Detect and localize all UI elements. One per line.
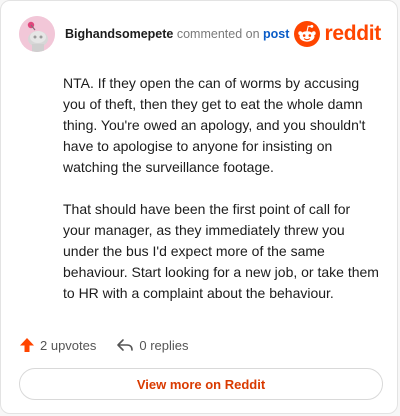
- snoo-avatar-icon: [19, 16, 55, 52]
- comment-body: NTA. If they open the can of worms by ac…: [63, 73, 381, 325]
- user-avatar[interactable]: [19, 16, 55, 52]
- reddit-snoo-icon: [294, 21, 321, 47]
- reply-count: 0 replies: [139, 337, 189, 353]
- upvote-arrow-icon: [20, 338, 34, 352]
- comment-footer: 2 upvotes 0 replies: [19, 335, 189, 355]
- comment-card: Bighandsomepete commented on post reddit…: [0, 0, 398, 414]
- upvote-count: 2 upvotes: [40, 337, 97, 353]
- author-name[interactable]: Bighandsomepete: [65, 27, 173, 41]
- view-more-button[interactable]: View more on Reddit: [19, 368, 383, 400]
- comment-header: Bighandsomepete commented on post reddit: [19, 15, 381, 53]
- reply-arrow-icon: [117, 339, 134, 351]
- reddit-logo[interactable]: reddit: [294, 21, 381, 47]
- action-text: commented on: [176, 27, 260, 41]
- upvote-button[interactable]: 2 upvotes: [19, 337, 96, 353]
- reply-button[interactable]: 0 replies: [116, 337, 189, 353]
- post-link[interactable]: post: [263, 27, 289, 41]
- reddit-wordmark: reddit: [324, 22, 381, 45]
- comment-meta: Bighandsomepete commented on post: [65, 27, 289, 41]
- comment-paragraph: NTA. If they open the can of worms by ac…: [63, 75, 366, 175]
- comment-paragraph: That should have been the first point of…: [63, 201, 379, 301]
